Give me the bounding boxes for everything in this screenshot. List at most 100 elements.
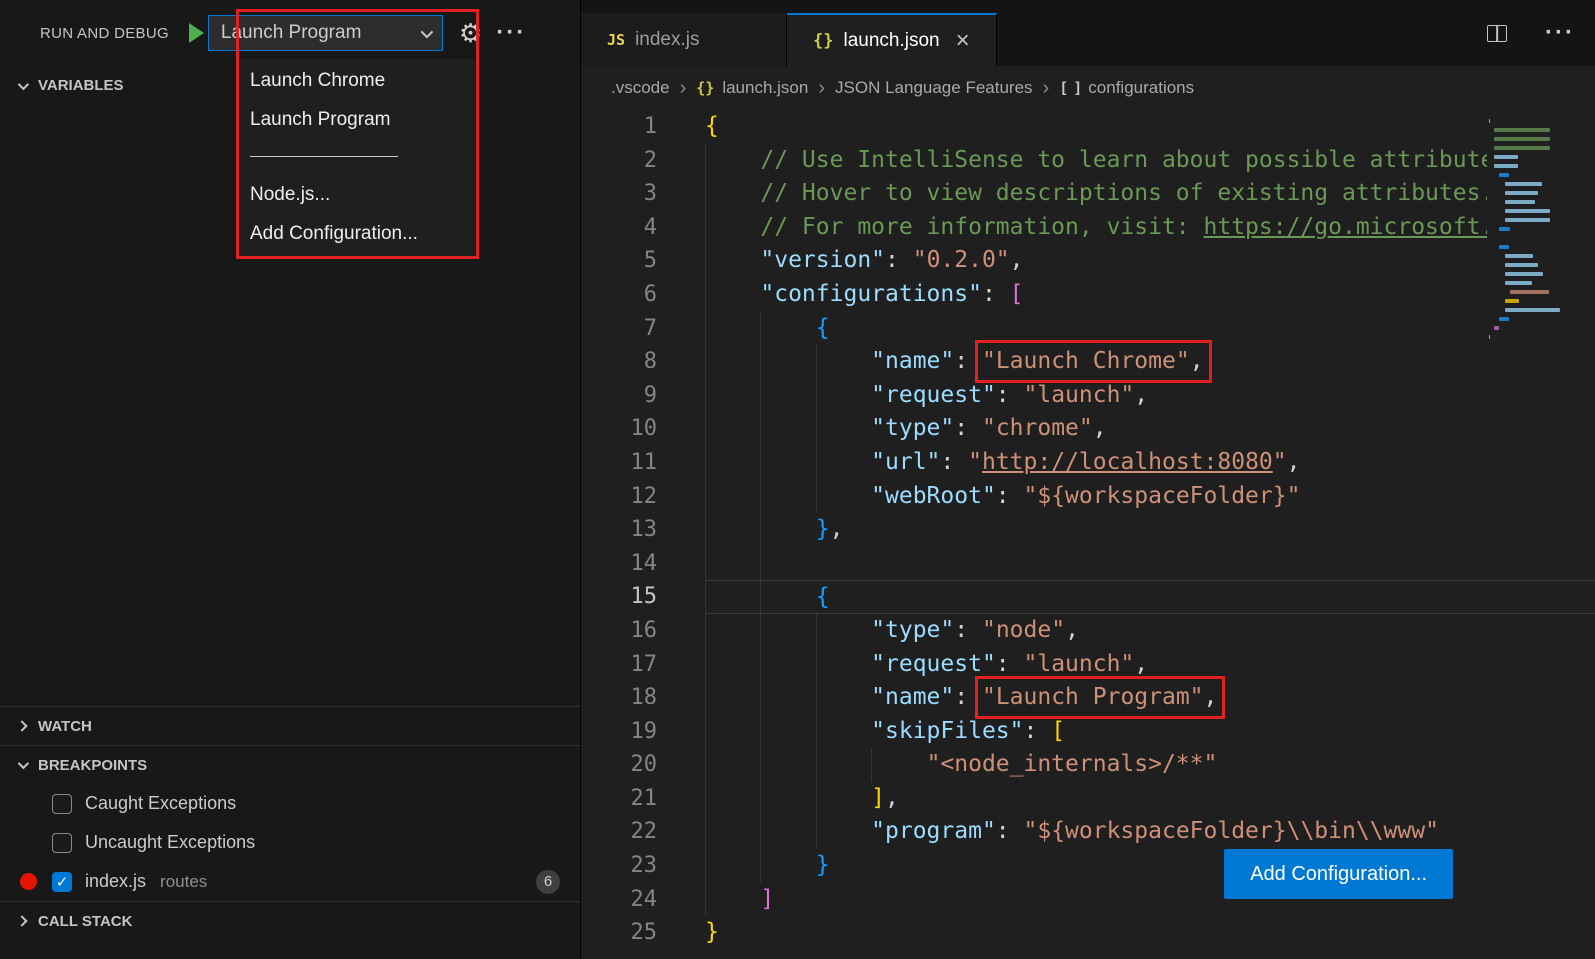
indent-guide xyxy=(705,883,706,917)
indent xyxy=(705,785,871,811)
indent-guide xyxy=(760,782,761,816)
debug-config-select[interactable]: Launch Program xyxy=(208,15,443,51)
code-line-2[interactable]: 2 // Use IntelliSense to learn about pos… xyxy=(581,144,1595,178)
dropdown-item-Node.js...[interactable]: Node.js... xyxy=(239,175,475,214)
breakpoints-list: Caught ExceptionsUncaught Exceptions✓ind… xyxy=(0,784,580,901)
indent xyxy=(705,415,871,441)
annotation-box: "Launch Program", xyxy=(982,681,1217,715)
code-line-12[interactable]: 12 "webRoot": "${workspaceFolder}" xyxy=(581,480,1595,514)
dropdown-item-Launch Program[interactable]: Launch Program xyxy=(239,100,475,139)
breadcrumb-separator: › xyxy=(680,77,687,100)
line-content: "skipFiles": [ xyxy=(705,715,1595,749)
code-line-11[interactable]: 11 "url": "http://localhost:8080", xyxy=(581,446,1595,480)
code-line-5[interactable]: 5 "version": "0.2.0", xyxy=(581,244,1595,278)
dropdown-separator xyxy=(250,156,398,157)
code-token: , xyxy=(1134,651,1148,677)
code-line-4[interactable]: 4 // For more information, visit: https:… xyxy=(581,211,1595,245)
code-line-21[interactable]: 21 ], xyxy=(581,782,1595,816)
line-content: // For more information, visit: https://… xyxy=(705,211,1595,245)
code-token: , xyxy=(1204,684,1218,710)
line-content: } xyxy=(705,916,1595,950)
code-line-16[interactable]: 16 "type": "node", xyxy=(581,614,1595,648)
code-line-10[interactable]: 10 "type": "chrome", xyxy=(581,412,1595,446)
dropdown-item-Launch Chrome[interactable]: Launch Chrome xyxy=(239,61,475,100)
indent xyxy=(705,483,871,509)
watch-section-header[interactable]: WATCH xyxy=(0,706,580,745)
line-number: 11 xyxy=(581,446,657,480)
checkbox[interactable] xyxy=(52,833,72,853)
add-configuration-button[interactable]: Add Configuration... xyxy=(1224,849,1453,899)
breadcrumb-item-configurations[interactable]: [ ]configurations xyxy=(1059,78,1194,98)
minimap-line xyxy=(1494,128,1550,132)
breadcrumb-item-.vscode[interactable]: .vscode xyxy=(611,78,670,98)
breakpoints-section-header[interactable]: BREAKPOINTS xyxy=(0,745,580,784)
chevron-right-icon xyxy=(16,915,27,926)
sidebar-bottom-pad xyxy=(0,940,580,959)
close-icon[interactable]: × xyxy=(956,29,970,53)
code-line-13[interactable]: 13 }, xyxy=(581,513,1595,547)
minimap-line xyxy=(1489,335,1490,339)
code-line-7[interactable]: 7 { xyxy=(581,312,1595,346)
gear-icon[interactable]: ⚙ xyxy=(459,20,482,46)
code-line-25[interactable]: 25} xyxy=(581,916,1595,950)
code-token: : xyxy=(954,684,982,710)
checkbox[interactable]: ✓ xyxy=(52,872,72,892)
code-line-20[interactable]: 20 "<node_internals>/**" xyxy=(581,748,1595,782)
code-token: , xyxy=(1190,348,1204,374)
indent-guide xyxy=(816,614,817,648)
dropdown-item-Add Configuration...[interactable]: Add Configuration... xyxy=(239,214,475,253)
line-number: 20 xyxy=(581,748,657,782)
line-number: 25 xyxy=(581,916,657,950)
watch-section-label: WATCH xyxy=(38,718,92,735)
tab-launch.json[interactable]: {}launch.json× xyxy=(787,13,997,66)
code-line-6[interactable]: 6 "configurations": [ xyxy=(581,278,1595,312)
breakpoint-row[interactable]: Uncaught Exceptions xyxy=(0,823,580,862)
breadcrumb-separator: › xyxy=(818,77,825,100)
checkbox[interactable] xyxy=(52,794,72,814)
code-line-18[interactable]: 18 "name": "Launch Program", xyxy=(581,681,1595,715)
breadcrumb-item-JSON Language Features[interactable]: JSON Language Features xyxy=(835,78,1033,98)
line-content xyxy=(705,547,1595,581)
indent-guide xyxy=(760,480,761,514)
line-content: { xyxy=(705,312,1595,346)
debug-config-value: Launch Program xyxy=(221,22,361,44)
more-actions-icon[interactable]: ··· xyxy=(496,21,526,45)
code-token: "Launch Program" xyxy=(982,684,1204,710)
code-editor[interactable]: 1{2 // Use IntelliSense to learn about p… xyxy=(581,110,1595,959)
tab-list: JSindex.js{}launch.json× xyxy=(581,0,997,66)
code-line-1[interactable]: 1{ xyxy=(581,110,1595,144)
js-icon: JS xyxy=(607,31,625,49)
code-line-14[interactable]: 14 xyxy=(581,547,1595,581)
breakpoint-row[interactable]: Caught Exceptions xyxy=(0,784,580,823)
indent-guide xyxy=(705,480,706,514)
code-line-15[interactable]: 15 { xyxy=(581,580,1595,614)
editor-more-actions-icon[interactable]: ··· xyxy=(1545,21,1575,45)
breakpoint-dot-icon xyxy=(20,873,37,890)
code-line-8[interactable]: 8 "name": "Launch Chrome", xyxy=(581,345,1595,379)
line-number: 6 xyxy=(581,278,657,312)
tab-label: launch.json xyxy=(843,30,939,52)
indent xyxy=(705,281,760,307)
split-editor-icon[interactable] xyxy=(1487,25,1507,42)
chevron-right-icon xyxy=(16,720,27,731)
indent-guide xyxy=(705,177,706,211)
breadcrumb-item-launch.json[interactable]: {}launch.json xyxy=(696,78,808,98)
breakpoint-row[interactable]: ✓index.jsroutes6 xyxy=(0,862,580,901)
code-line-9[interactable]: 9 "request": "launch", xyxy=(581,379,1595,413)
indent-guide xyxy=(760,681,761,715)
start-debugging-icon[interactable] xyxy=(189,23,204,43)
indent-guide xyxy=(705,412,706,446)
code-line-17[interactable]: 17 "request": "launch", xyxy=(581,648,1595,682)
code-line-3[interactable]: 3 // Hover to view descriptions of exist… xyxy=(581,177,1595,211)
tab-index.js[interactable]: JSindex.js xyxy=(581,13,787,66)
minimap-line xyxy=(1505,299,1520,303)
minimap[interactable] xyxy=(1487,110,1549,343)
code-token: { xyxy=(816,584,830,610)
minimap-line xyxy=(1494,155,1518,159)
call-stack-section-header[interactable]: CALL STACK xyxy=(0,901,580,940)
indent-guide xyxy=(705,782,706,816)
code-line-22[interactable]: 22 "program": "${workspaceFolder}\\bin\\… xyxy=(581,815,1595,849)
code-line-19[interactable]: 19 "skipFiles": [ xyxy=(581,715,1595,749)
line-content: ] xyxy=(705,883,1595,917)
editor-area: JSindex.js{}launch.json× ··· .vscode›{}l… xyxy=(581,0,1595,959)
